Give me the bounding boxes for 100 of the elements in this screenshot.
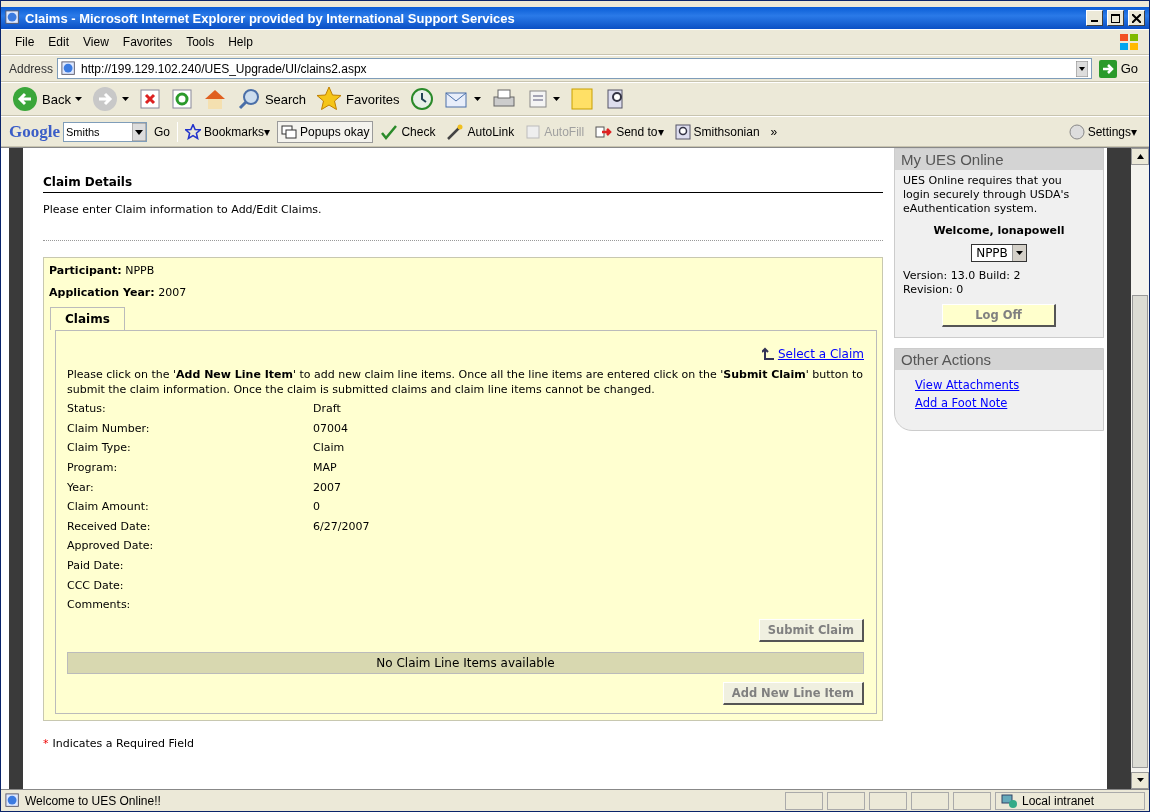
app-icon [5,10,21,26]
intro-text: Please enter Claim information to Add/Edit Claims. [43,203,323,216]
status-page-icon [5,792,21,809]
search-value: Smiths [66,125,100,138]
scroll-thumb[interactable] [1132,295,1148,768]
field-value: 07004 [313,421,349,435]
url-text: http://199.129.102.240/UES_Upgrade/UI/clains2.aspx [81,61,368,76]
minimize-button[interactable] [1086,10,1103,26]
toolbar-button[interactable]: Popups okay [277,120,374,143]
status-pane [827,791,865,810]
field-label: Status: [67,402,107,416]
participant-text: Participant: NPPB [49,264,156,277]
status-pane [785,791,823,810]
history-icon [409,87,434,111]
refresh-icon [170,88,193,110]
maximize-icon [1111,13,1120,23]
panel-title: My UES Online [895,149,1103,170]
more-button[interactable]: » [766,121,782,142]
field-label: Received Date: [67,519,152,533]
field-value: 2007 [313,480,342,494]
toolbar-button[interactable]: Send to▾ [591,120,668,143]
scroll-down-button[interactable] [1131,772,1149,789]
participant-select[interactable]: NPPB [971,244,1027,262]
version-text: Version: 13.0 Build: 2 Revision: 0 [902,268,1022,298]
menu-item[interactable]: Favorites [116,33,179,51]
go-button[interactable]: Go [150,121,174,142]
toolbar-button[interactable]: Check [376,120,440,143]
field-label: Approved Date: [67,539,155,553]
required-note: Indicates a Required Field [52,736,194,750]
window-title: Claims - Microsoft Internet Explorer provided by International Support Services [25,10,516,26]
wand-icon [446,123,465,140]
instructions-text: Please click on the 'Add New Line Item' to add new claim line items. Once all the line items are entered click on the 'Submit Claim' button to submit the claim information. Once the claim is submitted claims and claim line items cannot be changed. [67,367,864,397]
field-label: Comments: [67,598,132,612]
note-icon [569,87,594,111]
toolbar-button[interactable]: Smithsonian [670,120,764,143]
form-icon [525,123,542,140]
select-claim-link[interactable]: Select a Claim [777,347,864,361]
field-label: Claim Amount: [67,500,150,514]
close-icon [1132,13,1141,23]
settings-button[interactable]: Settings▾ [1064,120,1141,143]
favorites-button[interactable]: Favorites [313,84,403,114]
field-value: 0 [313,500,321,514]
field-label: Paid Date: [67,559,125,573]
action-link[interactable]: Add a Foot Note [915,396,1008,410]
document-icon [526,88,549,110]
field-label: Claim Type: [67,441,132,455]
caret-icon [1015,250,1023,256]
close-button[interactable] [1128,10,1145,26]
caret-icon [74,96,82,102]
back-button[interactable]: Back [9,84,85,114]
field-value: Draft [313,402,342,416]
zone-indicator: Local intranet [995,791,1145,810]
field-label: Year: [67,480,95,494]
caret-icon [552,96,560,102]
login-text: UES Online requires that you login securely through USDA's eAuthentication system. [902,173,1071,217]
star-icon [316,86,343,112]
google-search-field[interactable]: Smiths [63,121,147,142]
dropdown-arrow-icon [132,122,146,141]
status-pane [911,791,949,810]
empty-message: No Claim Line Items available [67,651,864,674]
field-label: Program: [67,461,119,475]
field-value: 6/27/2007 [313,519,371,533]
circle-icon [1068,123,1085,140]
menu-item[interactable]: Tools [180,33,221,51]
field-label: CCC Date: [67,578,125,592]
panel-title: Other Actions [895,349,1103,370]
welcome-text: Welcome, lonapowell [932,223,1066,239]
menu-item[interactable]: File [9,33,41,51]
send-arrow-icon [595,123,614,140]
windows-logo-icon [1117,31,1141,53]
popup-window-icon [281,123,298,140]
scroll-up-button[interactable] [1131,148,1149,165]
ie-page-icon [61,60,78,77]
action-link[interactable]: View Attachments [915,378,1020,392]
magnifier-icon [674,123,691,140]
network-icon [1000,792,1018,809]
field-value: Claim [313,441,346,455]
status-pane [869,791,907,810]
maximize-button[interactable] [1107,10,1124,26]
menu-item[interactable]: Help [222,33,259,51]
spellcheck-icon [380,123,399,140]
search-button[interactable]: Search [233,85,310,113]
go-button[interactable]: Go [1095,57,1141,80]
field-label: Claim Number: [67,421,151,435]
application-year-text: Application Year: 2007 [49,286,188,299]
up-arrow-icon [761,347,774,361]
section-title: Claim Details [43,175,883,193]
dropdown-arrow-icon [1075,60,1088,77]
log-off-button[interactable]: Log Off [942,304,1056,327]
search-icon [236,87,261,111]
toolbar-button[interactable]: Bookmarks▾ [181,120,275,143]
toolbar-button[interactable]: AutoLink [442,120,519,143]
caret-icon [1136,778,1144,783]
address-field[interactable]: http://199.129.102.240/UES_Upgrade/UI/clains2.aspx [57,58,1092,79]
tab[interactable]: Claims [50,307,125,330]
menu-item[interactable]: Edit [42,33,76,51]
required-mark: * [43,736,49,750]
menu-item[interactable]: View [77,33,115,51]
up-caret-icon [1136,154,1144,159]
stop-icon [138,88,161,110]
